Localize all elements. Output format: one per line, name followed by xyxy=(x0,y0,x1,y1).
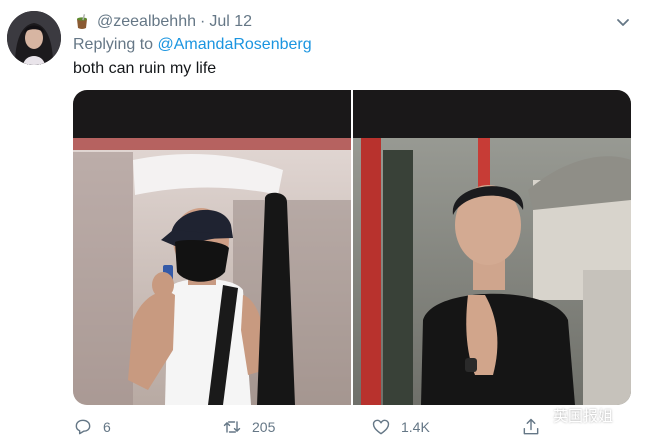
retweet-button[interactable]: 205 xyxy=(222,414,275,440)
retweet-count: 205 xyxy=(252,419,276,435)
tweet-date[interactable]: Jul 12 xyxy=(209,13,252,31)
reply-count: 6 xyxy=(103,419,111,435)
reply-mention-link[interactable]: @AmandaRosenberg xyxy=(158,36,312,53)
tweet-media[interactable] xyxy=(73,90,631,405)
heart-icon xyxy=(372,419,390,435)
replying-to: Replying to @AmandaRosenberg xyxy=(73,36,312,54)
mate-cup-icon xyxy=(73,13,91,31)
chevron-down-icon[interactable] xyxy=(615,14,631,30)
watermark: 英国报姐 xyxy=(527,404,613,426)
avatar[interactable] xyxy=(7,11,61,65)
man-with-guitar-case-photo[interactable] xyxy=(73,90,351,405)
username[interactable]: @zeealbehhh xyxy=(97,13,196,31)
header-separator: · xyxy=(199,13,206,30)
like-button[interactable]: 1.4K xyxy=(371,414,430,440)
reply-button[interactable]: 6 xyxy=(73,414,111,440)
like-count: 1.4K xyxy=(401,419,430,435)
tweet-text: both can ruin my life xyxy=(73,60,217,77)
man-in-black-suit-praying-photo[interactable] xyxy=(353,90,631,405)
watermark-text: 英国报姐 xyxy=(553,407,614,425)
tweet: @zeealbehhh · Jul 12 Replying to @Amanda… xyxy=(0,0,645,445)
replying-prefix: Replying to xyxy=(73,36,158,53)
wechat-logo-icon xyxy=(527,404,549,426)
retweet-icon xyxy=(223,421,241,433)
tweet-header: @zeealbehhh · Jul 12 xyxy=(73,12,252,32)
reply-icon xyxy=(75,419,91,435)
